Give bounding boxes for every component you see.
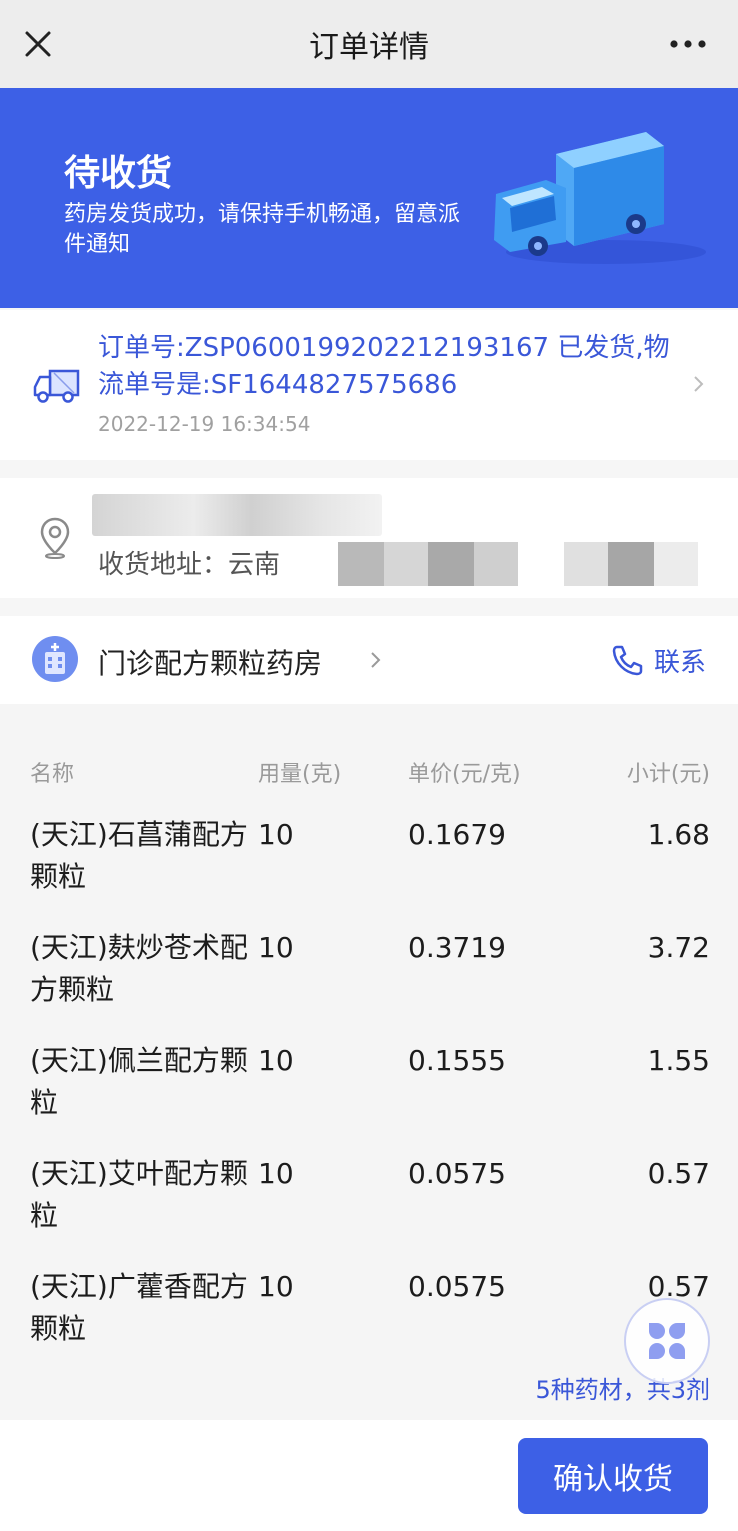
address-redacted-block xyxy=(654,542,698,586)
page-title: 订单详情 xyxy=(309,30,429,65)
address-redacted-block xyxy=(338,542,384,586)
location-pin-icon xyxy=(40,517,70,559)
medicine-name: (天江)佩兰配方颗粒 xyxy=(30,1044,248,1119)
column-header-qty: 用量(克) xyxy=(258,762,342,787)
delivery-truck-illustration xyxy=(494,132,706,264)
address-redacted-block xyxy=(474,542,518,586)
order-status-title: 待收货 xyxy=(64,153,173,194)
confirm-receipt-button[interactable]: 确认收货 xyxy=(518,1438,708,1514)
medicine-name: (天江)石菖蒲配方颗粒 xyxy=(30,818,248,893)
phone-icon xyxy=(612,645,643,676)
medicine-qty: 10 xyxy=(258,931,294,964)
order-status-description: 药房发货成功，请保持手机畅通，留意派件通知 xyxy=(64,202,461,257)
address-redacted-block xyxy=(384,542,428,586)
clover-icon xyxy=(649,1323,685,1359)
column-header-name: 名称 xyxy=(30,762,75,787)
shipping-address: 收货地址：云南 xyxy=(98,550,281,580)
chevron-right-icon xyxy=(694,376,704,392)
medicine-price: 0.0575 xyxy=(408,1270,506,1303)
medicine-price: 0.1679 xyxy=(408,818,506,851)
medicine-price: 0.3719 xyxy=(408,931,506,964)
contact-label: 联系 xyxy=(654,647,707,678)
shipping-timestamp: 2022-12-19 16:34:54 xyxy=(98,412,311,436)
status-banner: 待收货 药房发货成功，请保持手机畅通，留意派件通知 xyxy=(0,88,738,308)
medicine-qty: 10 xyxy=(258,818,294,851)
medicine-name: (天江)麸炒苍术配方颗粒 xyxy=(30,931,248,1006)
table-row: (天江)麸炒苍术配方颗粒 10 0.3719 3.72 xyxy=(0,927,738,1040)
top-bar: 订单详情 xyxy=(0,0,738,88)
medicine-subtotal: 0.57 xyxy=(647,1157,710,1190)
address-redacted-block xyxy=(564,542,608,586)
table-row: (天江)石菖蒲配方颗粒 10 0.1679 1.68 xyxy=(0,814,738,927)
medicine-subtotal: 1.68 xyxy=(647,818,710,851)
medicine-price: 0.1555 xyxy=(408,1044,506,1077)
shipping-card[interactable]: 订单号:ZSP0600199202212193167 已发货,物流单号是:SF1… xyxy=(0,310,738,460)
bottom-action-bar: 确认收货 xyxy=(0,1420,738,1531)
address-card[interactable]: 收货地址：云南 xyxy=(0,478,738,598)
column-header-price: 单价(元/克) xyxy=(408,762,521,787)
contact-button[interactable]: 联系 xyxy=(610,640,706,680)
recipient-name-redacted xyxy=(92,494,382,536)
pharmacy-building-icon xyxy=(32,636,78,682)
table-row: (天江)佩兰配方颗粒 10 0.1555 1.55 xyxy=(0,1040,738,1153)
medicine-qty: 10 xyxy=(258,1044,294,1077)
address-redacted-block xyxy=(608,542,654,586)
address-redacted-block xyxy=(428,542,474,586)
medicine-subtotal: 1.55 xyxy=(647,1044,710,1077)
more-icon[interactable] xyxy=(666,30,714,58)
medicine-qty: 10 xyxy=(258,1157,294,1190)
medicine-subtotal: 3.72 xyxy=(647,931,710,964)
shipping-status-text: 订单号:ZSP0600199202212193167 已发货,物流单号是:SF1… xyxy=(98,333,670,400)
pharmacy-name: 门诊配方颗粒药房 xyxy=(98,647,323,680)
floating-menu-button[interactable] xyxy=(624,1298,710,1384)
medicine-name: (天江)广藿香配方颗粒 xyxy=(30,1270,248,1345)
medicine-qty: 10 xyxy=(258,1270,294,1303)
table-row: (天江)艾叶配方颗粒 10 0.0575 0.57 xyxy=(0,1153,738,1266)
pharmacy-row[interactable]: 门诊配方颗粒药房 联系 xyxy=(0,616,738,704)
chevron-right-icon xyxy=(371,652,381,668)
column-header-subtotal: 小计(元) xyxy=(626,762,710,787)
medicine-name: (天江)艾叶配方颗粒 xyxy=(30,1157,248,1232)
truck-icon xyxy=(33,369,80,403)
medicine-price: 0.0575 xyxy=(408,1157,506,1190)
